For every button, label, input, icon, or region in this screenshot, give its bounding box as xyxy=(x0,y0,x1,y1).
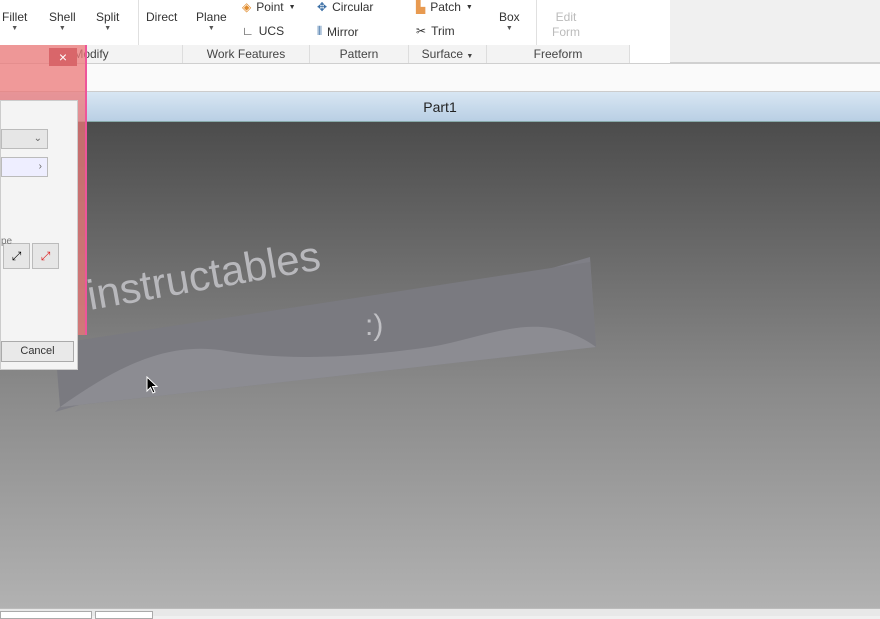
flip-icon: ⤢ xyxy=(11,249,22,263)
label: Surface xyxy=(421,47,464,61)
document-tab[interactable] xyxy=(0,611,92,619)
label: Mirror xyxy=(327,24,359,39)
flip-alt-icon: ⤢ xyxy=(40,249,51,263)
label: UCS xyxy=(258,24,285,38)
point-button[interactable]: ◈ Point ▼ xyxy=(242,0,296,14)
model-text: instructables xyxy=(83,232,323,319)
3d-viewport[interactable]: instructables :) xyxy=(0,122,880,610)
label: Point xyxy=(256,0,284,14)
edit-form-button[interactable]: Edit Form xyxy=(552,10,580,40)
dialog-body: ⌄ › ⤢ ⤢ pe Cancel xyxy=(0,100,78,370)
feature-dialog: × ⌄ › ⤢ ⤢ pe Cancel xyxy=(0,45,87,370)
label: Shell xyxy=(49,10,76,24)
document-tab-active[interactable] xyxy=(95,611,153,619)
selection-field[interactable]: › xyxy=(1,157,48,177)
mirror-button[interactable]: ⫴ Mirror xyxy=(317,24,358,39)
work-features-group-label: Work Features xyxy=(183,45,310,63)
dialog-close-button[interactable]: × xyxy=(49,48,77,66)
ribbon: Fillet ▼ Shell ▼ Split ▼ Direct Modify Plan… xyxy=(0,0,670,64)
part-model: instructables :) xyxy=(55,232,596,412)
ucs-icon: ∟ xyxy=(242,24,254,38)
point-icon: ◈ xyxy=(242,0,252,14)
label: Box xyxy=(499,10,520,24)
label: Plane xyxy=(196,10,227,24)
box-button[interactable]: Box ▼ xyxy=(499,10,520,34)
flip-direction-alt-button[interactable]: ⤢ xyxy=(32,243,59,269)
ribbon-empty-area xyxy=(670,0,880,64)
freeform-group-label: Freeform xyxy=(487,45,630,63)
label: Form xyxy=(552,25,580,39)
mouse-cursor-icon xyxy=(146,376,159,394)
chevron-right-icon: › xyxy=(38,161,42,172)
document-title: Part1 xyxy=(0,92,880,122)
mirror-icon: ⫴ xyxy=(317,24,323,38)
chevron-down-icon: ⌄ xyxy=(33,133,42,144)
document-tabs xyxy=(0,608,880,619)
dropdown[interactable]: ⌄ xyxy=(1,129,48,149)
label: Patch xyxy=(430,0,461,14)
direct-button[interactable]: Direct xyxy=(146,10,177,24)
surface-group-label[interactable]: Surface ▼ xyxy=(409,45,487,63)
trim-button[interactable]: ✂ Trim xyxy=(416,24,455,38)
fillet-button[interactable]: Fillet ▼ xyxy=(2,10,27,34)
toolbar-strip xyxy=(0,64,880,92)
label: Trim xyxy=(431,24,455,38)
label: Direct xyxy=(146,10,178,24)
cancel-button[interactable]: Cancel xyxy=(1,341,74,362)
circular-pattern-icon: ✥ xyxy=(317,0,328,14)
plane-button[interactable]: Plane ▼ xyxy=(196,10,227,34)
pattern-group-label: Pattern xyxy=(310,45,409,63)
patch-button[interactable]: ▙ Patch ▼ xyxy=(416,0,473,14)
label: Split xyxy=(96,10,120,24)
shell-button[interactable]: Shell ▼ xyxy=(49,10,76,34)
label: Edit xyxy=(555,10,577,24)
trim-icon: ✂ xyxy=(416,24,427,38)
patch-icon: ▙ xyxy=(416,0,426,14)
ucs-button[interactable]: ∟ UCS xyxy=(242,24,284,38)
label: Circular xyxy=(332,0,374,14)
model-smiley: :) xyxy=(365,309,383,342)
circular-pattern-button[interactable]: ✥ Circular xyxy=(317,0,373,14)
split-button[interactable]: Split ▼ xyxy=(96,10,119,34)
partial-label: pe xyxy=(1,236,13,247)
label: Fillet xyxy=(2,10,28,24)
